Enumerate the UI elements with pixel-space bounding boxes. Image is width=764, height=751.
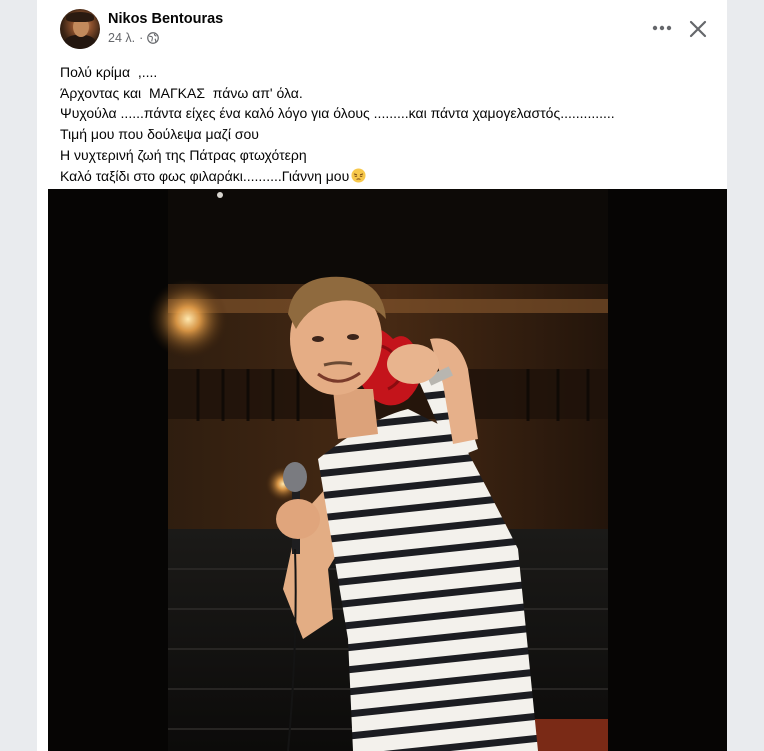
post-text-line: Ψυχούλα ......πάντα είχες ένα καλό λόγο … — [60, 105, 615, 122]
meta-separator: · — [139, 31, 144, 45]
post-photo[interactable] — [48, 189, 727, 751]
post-text-line-last: Καλό ταξίδι στο φως φιλαράκι..........Γι… — [60, 166, 710, 187]
post-text: Πολύ κρίμα ,.... Άρχοντας και ΜΑΓΚΑΣ πάν… — [60, 62, 710, 186]
post-time[interactable]: 24 λ. — [108, 31, 135, 45]
post-text-line: Πολύ κρίμα ,.... — [60, 64, 158, 80]
more-dots-icon — [652, 25, 672, 31]
post-text-line: Η νυχτερινή ζωή της Πάτρας φτωχότερη — [60, 146, 307, 163]
post-text-line: Άρχοντας και ΜΑΓΚΑΣ πάνω απ' όλα. — [60, 84, 303, 101]
close-x-icon — [689, 20, 707, 38]
post-meta: 24 λ. · — [108, 31, 160, 45]
globe-icon[interactable] — [147, 32, 160, 44]
more-horizontal-icon[interactable] — [645, 14, 679, 42]
post-text-line-content: Καλό ταξίδι στο φως φιλαράκι..........Γι… — [60, 167, 350, 184]
photo-image — [48, 189, 727, 751]
avatar[interactable] — [60, 9, 100, 49]
pensive-face-emoji-icon — [351, 167, 366, 183]
avatar-hat — [66, 12, 94, 22]
page: Nikos Bentouras 24 λ. · Πολύ κρίμα ,....… — [0, 0, 764, 751]
close-icon[interactable] — [681, 12, 715, 46]
post-header: Nikos Bentouras 24 λ. · — [37, 0, 727, 58]
author-name[interactable]: Nikos Bentouras — [108, 11, 223, 27]
post-text-line: Τιμή μου που δούλεψα μαζί σου — [60, 126, 259, 143]
avatar-body — [64, 35, 96, 49]
post-card: Nikos Bentouras 24 λ. · Πολύ κρίμα ,....… — [37, 0, 727, 751]
